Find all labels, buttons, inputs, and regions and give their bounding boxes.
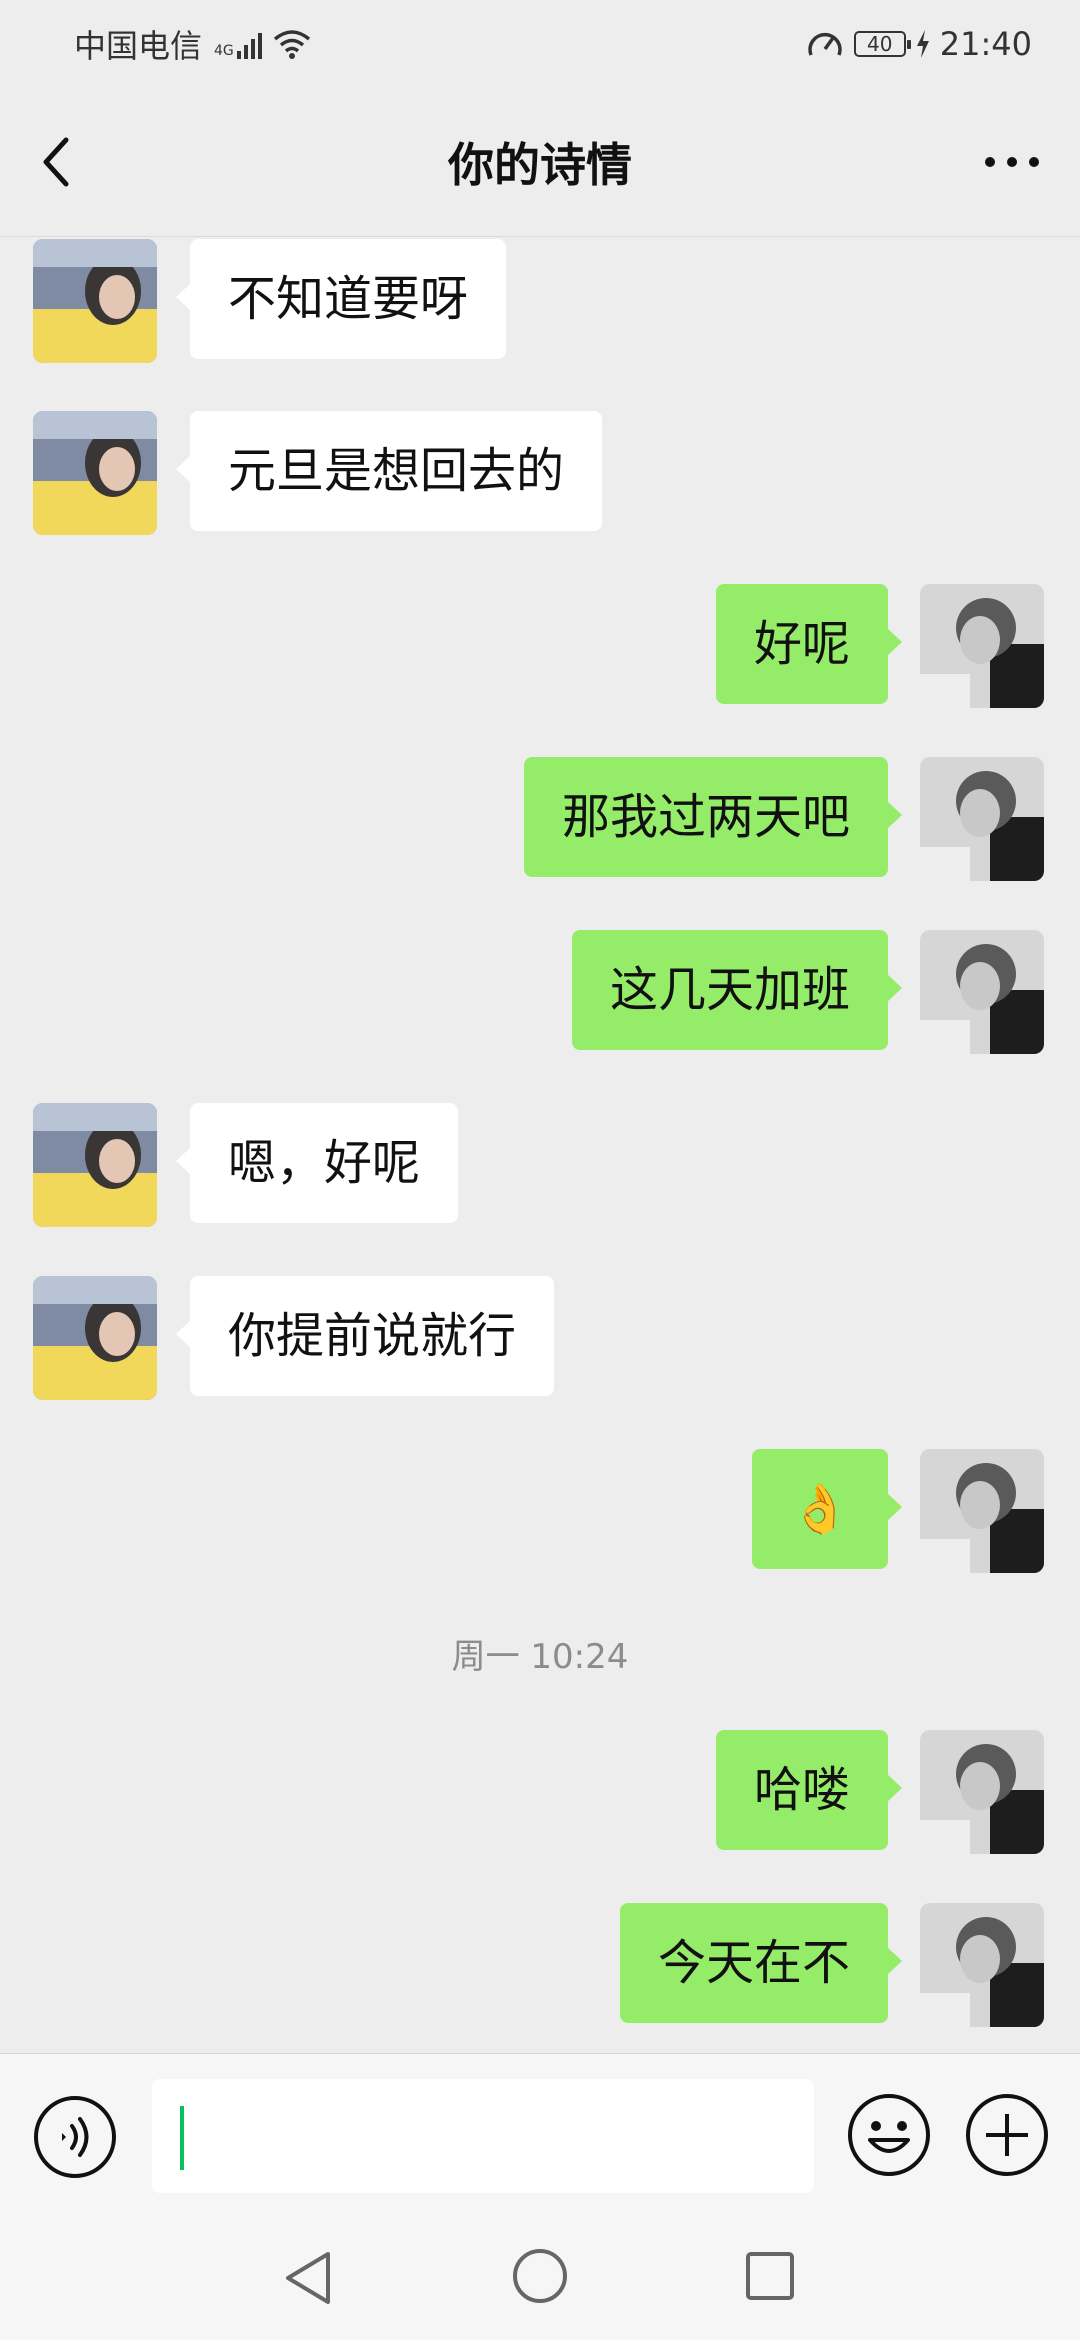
triangle-back-icon[interactable] bbox=[280, 2248, 336, 2308]
contact-avatar[interactable] bbox=[33, 1103, 157, 1227]
signal-icon: 4G bbox=[212, 29, 262, 59]
message-bubble[interactable]: 今天在不 bbox=[619, 1903, 903, 2023]
emoji-icon[interactable] bbox=[846, 2092, 932, 2178]
system-nav-bar bbox=[0, 2214, 1080, 2340]
message-bubble[interactable]: 你提前说就行 bbox=[175, 1276, 555, 1396]
user-avatar[interactable] bbox=[920, 1903, 1044, 2027]
message-bubble[interactable]: 哈喽 bbox=[715, 1730, 903, 1850]
user-avatar[interactable] bbox=[920, 757, 1044, 881]
battery-icon: 40 bbox=[853, 31, 911, 57]
message-bubble[interactable]: 不知道要呀 bbox=[175, 239, 507, 359]
message-bubble[interactable]: 那我过两天吧 bbox=[523, 757, 903, 877]
clock: 21:40 bbox=[939, 25, 1032, 63]
message-row-incoming: 嗯，好呢 bbox=[0, 1103, 1080, 1227]
wifi-icon bbox=[273, 30, 310, 59]
user-avatar[interactable] bbox=[920, 584, 1044, 708]
chat-title: 你的诗情 bbox=[448, 138, 632, 192]
speed-gauge-icon bbox=[808, 32, 842, 56]
user-avatar[interactable] bbox=[920, 1730, 1044, 1854]
chat-header: 你的诗情 bbox=[0, 88, 1080, 237]
message-bubble[interactable]: 嗯，好呢 bbox=[175, 1103, 459, 1223]
message-row-incoming: 你提前说就行 bbox=[0, 1276, 1080, 1400]
charging-icon bbox=[916, 30, 929, 58]
message-row-outgoing: 好呢 bbox=[0, 584, 1080, 708]
contact-avatar[interactable] bbox=[33, 239, 157, 363]
message-row-incoming: 元旦是想回去的 bbox=[0, 411, 1080, 535]
message-row-outgoing: 今天在不 bbox=[0, 1903, 1080, 2027]
status-bar: 中国电信 4G 40 21:40 bbox=[0, 0, 1080, 88]
status-right: 40 21:40 bbox=[806, 25, 1032, 63]
network-type: 4G bbox=[214, 43, 234, 59]
battery-level: 40 bbox=[867, 32, 893, 56]
timestamp: 周一 10:24 bbox=[451, 1637, 629, 1677]
message-list[interactable]: 不知道要呀 元旦是想回去的 好呢 那我过两天吧 这几天加班 嗯，好呢 你提前说就… bbox=[0, 237, 1080, 2053]
contact-avatar[interactable] bbox=[33, 411, 157, 535]
status-left: 中国电信 4G bbox=[74, 21, 312, 67]
message-row-outgoing: 哈喽 bbox=[0, 1730, 1080, 1854]
carrier-name: 中国电信 bbox=[74, 27, 203, 65]
circle-home-icon[interactable] bbox=[510, 2246, 570, 2306]
contact-avatar[interactable] bbox=[33, 1276, 157, 1400]
voice-icon[interactable] bbox=[32, 2094, 118, 2180]
message-bubble[interactable]: 元旦是想回去的 bbox=[175, 411, 603, 531]
user-avatar[interactable] bbox=[920, 1449, 1044, 1573]
message-bubble[interactable]: 👌 bbox=[752, 1449, 902, 1569]
user-avatar[interactable] bbox=[920, 930, 1044, 1054]
message-row-outgoing: 👌 bbox=[0, 1449, 1080, 1573]
plus-icon[interactable] bbox=[964, 2092, 1050, 2178]
message-input[interactable] bbox=[152, 2079, 814, 2193]
text-cursor bbox=[180, 2106, 184, 2170]
square-recent-icon[interactable] bbox=[742, 2248, 798, 2304]
message-bubble[interactable]: 这几天加班 bbox=[571, 930, 903, 1050]
message-row-incoming: 不知道要呀 bbox=[0, 239, 1080, 363]
message-row-outgoing: 那我过两天吧 bbox=[0, 757, 1080, 881]
message-row-outgoing: 这几天加班 bbox=[0, 930, 1080, 1054]
input-bar bbox=[0, 2053, 1080, 2214]
chevron-left-icon[interactable] bbox=[36, 132, 86, 192]
message-bubble[interactable]: 好呢 bbox=[715, 584, 903, 704]
more-horizontal-icon[interactable] bbox=[980, 144, 1044, 180]
